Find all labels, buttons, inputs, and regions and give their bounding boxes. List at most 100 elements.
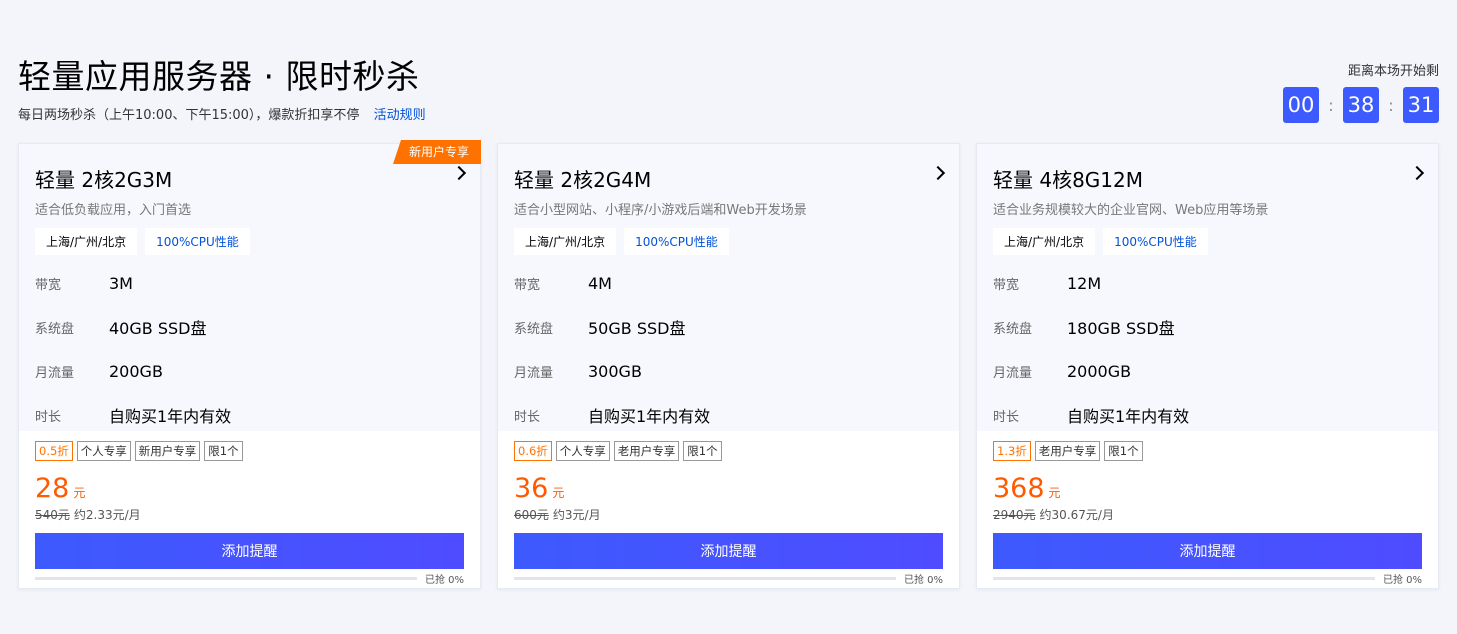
price-line: 368 元 [993,473,1422,504]
add-reminder-button[interactable]: 添加提醒 [35,533,464,569]
spec-label: 时长 [993,409,1020,425]
countdown-hours: 00 [1283,87,1319,123]
card-title[interactable]: 轻量 2核2G4M [514,164,943,193]
product-card: 轻量 2核2G4M 适合小型网站、小程序/小游戏后端和Web开发场景 上海/广州… [497,143,960,589]
original-price-line: 600元 约3元/月 [514,506,943,523]
progress-text: 已抢 0% [1382,575,1422,586]
spec-row: 系统盘 180GB SSD盘 [993,305,1422,349]
spec-row: 月流量 200GB [35,349,464,393]
price-unit: 元 [552,486,565,500]
spec-label: 时长 [514,409,541,425]
monthly-price: 约30.67元/月 [1039,508,1114,522]
spec-list: 带宽 12M 系统盘 180GB SSD盘月流量 2000GB 时长 自购买1年内有效 [993,261,1422,437]
spec-row: 带宽 12M [993,261,1422,305]
spec-row: 月流量 2000GB [993,349,1422,393]
original-price: 2940元 [993,508,1036,522]
region-tag: 上海/广州/北京 [514,228,617,255]
spec-label: 带宽 [993,277,1020,293]
spec-label: 系统盘 [514,321,554,337]
spec-label: 月流量 [514,365,554,381]
region-tag: 上海/广州/北京 [993,228,1096,255]
spec-label: 月流量 [993,365,1033,381]
discount-tag: 0.6折 [514,441,552,461]
promo-tags: 1.3折 老用户专享 限1个 [993,441,1422,461]
spec-row: 带宽 4M [514,261,943,305]
promo-tag: 老用户专享 [613,441,680,461]
new-user-badge: 新用户专享 [392,140,481,164]
original-price: 540元 [35,508,70,522]
spec-value: 2000GB [1067,361,1132,381]
page-subtitle: 每日两场秒杀（上午10:00、下午15:00），爆款折扣享不停 活动规则 [18,104,426,123]
countdown-timer: 00 : 38 : 31 [1283,87,1439,123]
spec-value: 300GB [588,361,642,381]
spec-row: 时长 自购买1年内有效 [514,393,943,437]
cpu-tag: 100%CPU性能 [624,228,729,255]
spec-row: 月流量 300GB [514,349,943,393]
spec-value: 40GB SSD盘 [109,319,207,338]
price-unit: 元 [1048,486,1061,500]
cpu-tag: 100%CPU性能 [145,228,250,255]
spec-label: 系统盘 [35,321,75,337]
spec-label: 带宽 [35,277,62,293]
sales-progress: 已抢 0% [993,571,1422,586]
promo-tag: 限1个 [204,441,243,461]
spec-value: 200GB [109,361,163,381]
progress-text: 已抢 0% [424,575,464,586]
spec-list: 带宽 3M 系统盘 40GB SSD盘月流量 200GB 时长 自购买1年内有效 [35,261,464,437]
spec-row: 系统盘 40GB SSD盘 [35,305,464,349]
spec-label: 时长 [35,409,62,425]
card-spec-panel[interactable]: 轻量 4核8G12M 适合业务规模较大的企业官网、Web应用等场景 上海/广州/… [977,144,1438,431]
card-title[interactable]: 轻量 2核2G3M [35,164,464,193]
cpu-tag: 100%CPU性能 [1103,228,1208,255]
add-reminder-button[interactable]: 添加提醒 [993,533,1422,569]
spec-value: 4M [588,273,612,293]
card-spec-panel[interactable]: 轻量 2核2G4M 适合小型网站、小程序/小游戏后端和Web开发场景 上海/广州… [498,144,959,431]
monthly-price: 约2.33元/月 [73,508,141,522]
subtitle-text: 每日两场秒杀（上午10:00、下午15:00），爆款折扣享不停 [18,108,360,123]
monthly-price: 约3元/月 [552,508,601,522]
progress-text: 已抢 0% [903,575,943,586]
promo-tag: 老用户专享 [1034,441,1101,461]
spec-row: 带宽 3M [35,261,464,305]
promo-tag: 个人专享 [76,441,131,461]
activity-rules-link[interactable]: 活动规则 [374,108,426,123]
spec-value: 3M [109,273,133,293]
card-title[interactable]: 轻量 4核8G12M [993,164,1422,193]
progress-track [35,577,417,580]
promo-tag: 限1个 [683,441,722,461]
price-line: 28 元 [35,473,464,504]
spec-value: 自购买1年内有效 [588,407,711,426]
spec-label: 月流量 [35,365,75,381]
price-value: 36 [514,473,549,504]
spec-value: 自购买1年内有效 [109,407,232,426]
price-value: 368 [993,473,1045,504]
product-card: 新用户专享 轻量 2核2G3M 适合低负载应用，入门首选 上海/广州/北京 10… [18,140,481,589]
countdown-minutes: 38 [1343,87,1379,123]
original-price-line: 540元 约2.33元/月 [35,506,464,523]
price-unit: 元 [73,486,86,500]
discount-tag: 0.5折 [35,441,73,461]
spec-row: 时长 自购买1年内有效 [35,393,464,437]
spec-list: 带宽 4M 系统盘 50GB SSD盘月流量 300GB 时长 自购买1年内有效 [514,261,943,437]
progress-track [514,577,896,580]
add-reminder-button[interactable]: 添加提醒 [514,533,943,569]
countdown-separator: : [1388,95,1394,115]
card-purchase-panel: 0.6折 个人专享 老用户专享 限1个 36 元 600元 约3元/月 添加提醒 已抢 0… [498,431,959,586]
price-line: 36 元 [514,473,943,504]
card-description: 适合小型网站、小程序/小游戏后端和Web开发场景 [514,203,807,218]
spec-row: 系统盘 50GB SSD盘 [514,305,943,349]
card-purchase-panel: 1.3折 老用户专享 限1个 368 元 2940元 约30.67元/月 添加提醒 已抢… [977,431,1438,586]
card-spec-panel[interactable]: 新用户专享 轻量 2核2G3M 适合低负载应用，入门首选 上海/广州/北京 10… [19,140,481,431]
card-description: 适合业务规模较大的企业官网、Web应用等场景 [993,203,1269,218]
countdown-label: 距离本场开始剩 [1347,64,1439,79]
spec-label: 带宽 [514,277,541,293]
spec-row: 时长 自购买1年内有效 [993,393,1422,437]
region-tag: 上海/广州/北京 [35,228,138,255]
spec-value: 50GB SSD盘 [588,319,686,338]
page-title: 轻量应用服务器 · 限时秒杀 [18,57,420,96]
spec-value: 12M [1067,273,1102,293]
discount-tag: 1.3折 [993,441,1031,461]
promo-tag: 新用户专享 [134,441,201,461]
price-value: 28 [35,473,70,504]
sales-progress: 已抢 0% [514,571,943,586]
